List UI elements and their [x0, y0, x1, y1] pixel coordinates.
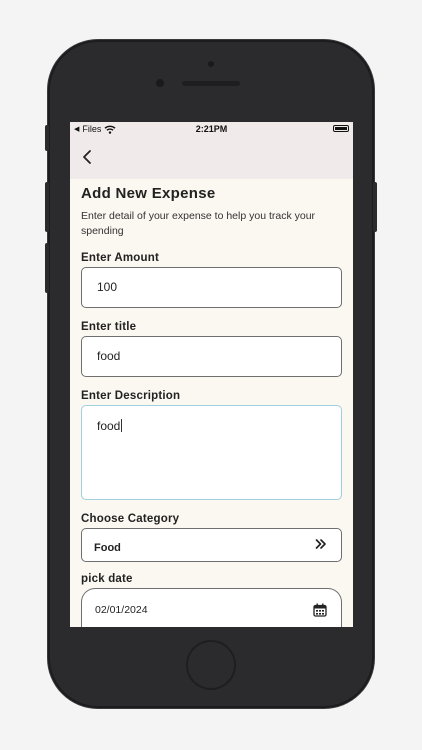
- date-value: 02/01/2024: [95, 604, 148, 616]
- mute-switch: [45, 125, 49, 151]
- back-button[interactable]: [78, 148, 96, 166]
- double-chevron-right-icon: [315, 538, 327, 553]
- category-label: Choose Category: [81, 513, 180, 525]
- status-bar: ◀ Files 2:21PM: [70, 122, 353, 136]
- status-time: 2:21PM: [195, 124, 228, 134]
- earpiece-speaker: [182, 81, 240, 86]
- amount-label: Enter Amount: [81, 252, 159, 264]
- description-text: food: [97, 419, 121, 433]
- app-screen: ◀ Files 2:21PM Add New Expense Enter det…: [70, 122, 353, 627]
- power-button: [373, 182, 377, 232]
- page-title: Add New Expense: [81, 185, 216, 202]
- battery-icon: [333, 125, 349, 132]
- page-subtitle: Enter detail of your expense to help you…: [81, 210, 316, 237]
- calendar-icon[interactable]: [313, 603, 327, 622]
- title-input[interactable]: food: [81, 336, 342, 377]
- text-cursor: [121, 419, 123, 432]
- app-bar: [70, 136, 353, 179]
- volume-down-button: [45, 243, 49, 293]
- category-select[interactable]: Food: [81, 528, 342, 562]
- date-label: pick date: [81, 573, 133, 585]
- home-button[interactable]: [186, 640, 236, 690]
- front-camera: [156, 79, 164, 87]
- title-label: Enter title: [81, 321, 137, 333]
- amount-input[interactable]: 100: [81, 267, 342, 308]
- volume-up-button: [45, 182, 49, 232]
- date-input[interactable]: 02/01/2024: [81, 588, 342, 627]
- description-label: Enter Description: [81, 390, 181, 402]
- proximity-sensor: [208, 61, 214, 67]
- chevron-left-icon: [83, 150, 91, 164]
- description-input[interactable]: food: [81, 405, 342, 500]
- category-value: Food: [94, 542, 121, 554]
